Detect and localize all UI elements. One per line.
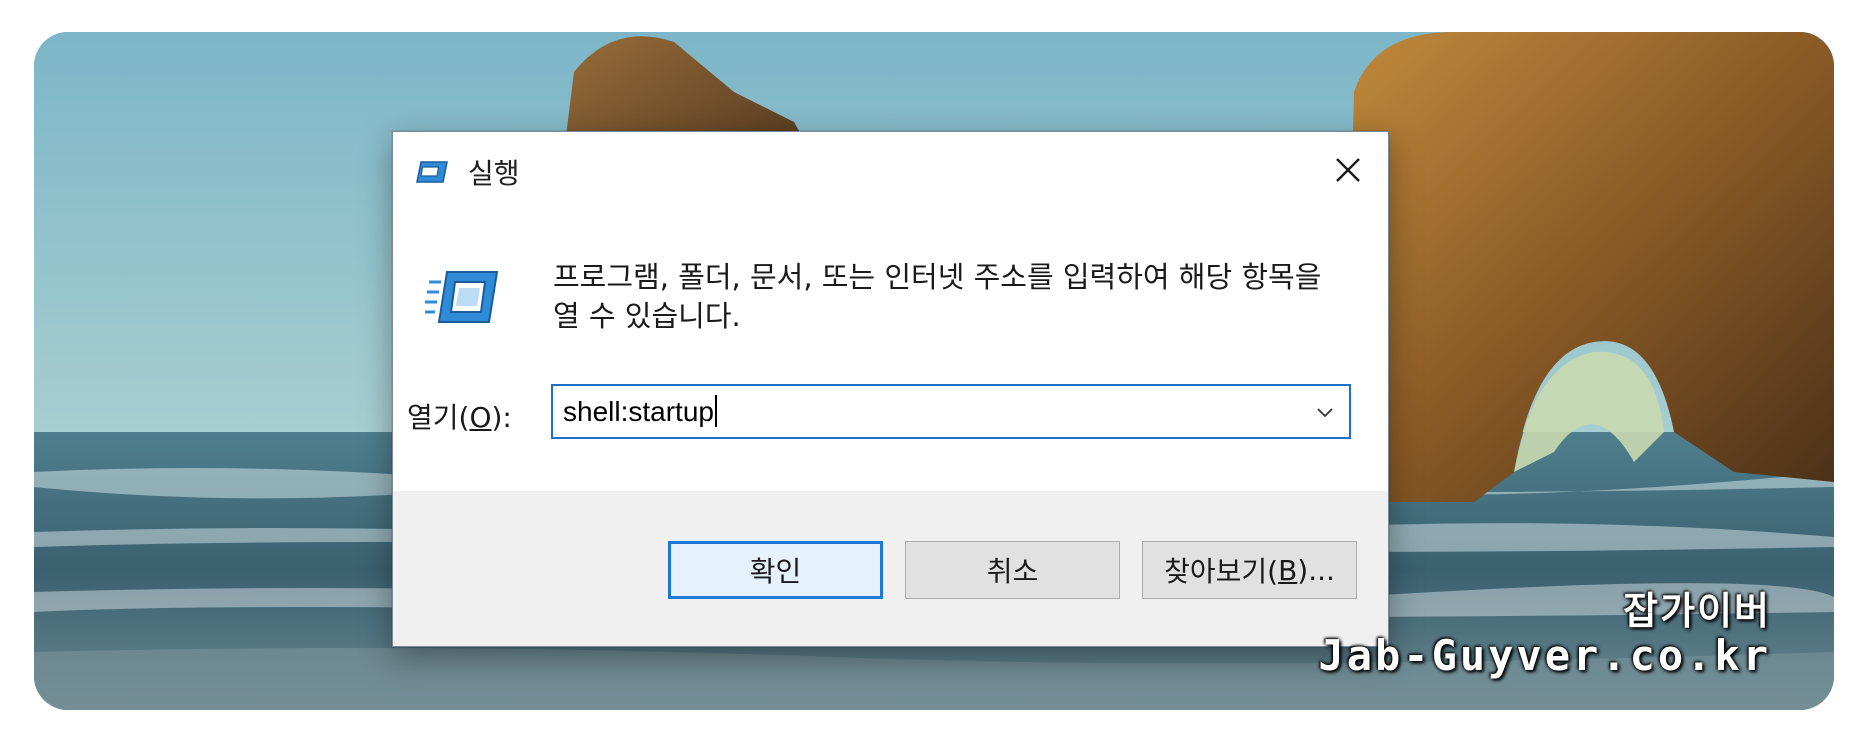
dialog-titlebar[interactable]: 실행 [393, 132, 1388, 208]
close-button[interactable] [1308, 132, 1388, 208]
open-label-suffix: ): [491, 401, 512, 434]
watermark-url: Jab-Guyver.co.kr [1318, 631, 1771, 680]
open-input[interactable]: shell:startup [563, 395, 717, 428]
open-label: 열기(O): [407, 396, 512, 436]
text-caret [714, 395, 717, 427]
open-input-value[interactable]: shell:startup [563, 396, 714, 427]
ok-button[interactable]: 확인 [668, 541, 883, 599]
open-combobox[interactable]: shell:startup [551, 384, 1351, 439]
cancel-button[interactable]: 취소 [905, 541, 1120, 599]
run-icon [415, 159, 449, 185]
dialog-description: 프로그램, 폴더, 문서, 또는 인터넷 주소를 입력하여 해당 항목을 열 수… [553, 260, 1322, 333]
browse-button-prefix: 찾아보기( [1164, 555, 1279, 588]
chevron-down-icon [1317, 407, 1333, 417]
dialog-content: 프로그램, 폴더, 문서, 또는 인터넷 주소를 입력하여 해당 항목을 열 수… [393, 208, 1388, 491]
open-label-mnemonic: O [469, 401, 492, 434]
browse-button-suffix: )... [1297, 553, 1335, 587]
run-dialog: 실행 프로그램, 폴더, 문서, 또는 인터넷 주소를 입력하여 해당 항목을 … [392, 131, 1389, 647]
ok-button-label: 확인 [749, 555, 802, 588]
open-label-prefix: 열기( [407, 401, 470, 434]
browse-button-mnemonic: B [1278, 553, 1298, 587]
cancel-button-label: 취소 [986, 555, 1039, 588]
combo-dropdown-button[interactable] [1307, 386, 1343, 437]
run-large-icon [423, 268, 499, 328]
dialog-title: 실행 [468, 157, 520, 190]
watermark-korean: 잡가이버 [1623, 589, 1771, 633]
watermark: 잡가이버 Jab-Guyver.co.kr [1318, 590, 1771, 680]
dialog-footer: 확인 취소 찾아보기(B)... [393, 491, 1388, 646]
screenshot-canvas: 실행 프로그램, 폴더, 문서, 또는 인터넷 주소를 입력하여 해당 항목을 … [0, 0, 1866, 741]
close-icon [1336, 158, 1360, 182]
